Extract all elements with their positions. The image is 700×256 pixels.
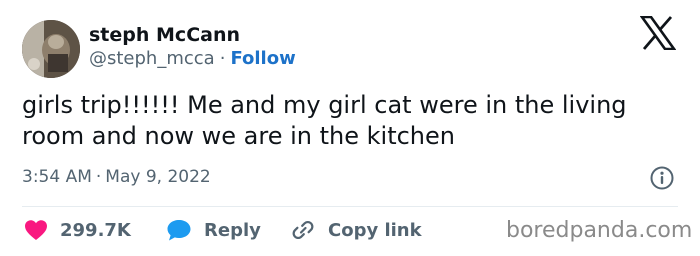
avatar[interactable] xyxy=(22,20,80,78)
tweet-date: May 9, 2022 xyxy=(105,167,211,187)
tweet-time: 3:54 AM xyxy=(22,167,92,187)
like-count: 299.7K xyxy=(60,219,131,241)
like-button[interactable]: 299.7K xyxy=(24,216,131,244)
heart-icon xyxy=(25,220,47,240)
separator-dot: · xyxy=(95,167,102,187)
author-handle[interactable]: @steph_mcca xyxy=(89,48,215,69)
watermark: boredpanda.com xyxy=(506,218,693,243)
author-handle-row: @steph_mcca · Follow xyxy=(89,48,296,69)
info-icon[interactable] xyxy=(649,165,675,191)
author-display-name[interactable]: steph McCann xyxy=(89,24,240,46)
avatar-photo xyxy=(22,20,80,78)
follow-button[interactable]: Follow xyxy=(230,48,295,69)
x-logo-icon[interactable] xyxy=(640,16,676,50)
separator-dot: · xyxy=(219,48,226,69)
reply-button[interactable]: Reply xyxy=(166,216,261,244)
divider xyxy=(22,206,678,207)
copy-link-label: Copy link xyxy=(328,219,422,241)
speech-bubble-icon xyxy=(167,220,191,241)
tweet-card: steph McCann @steph_mcca · Follow girls tr… xyxy=(0,0,700,256)
link-icon xyxy=(292,220,314,240)
tweet-text: girls trip!!!!!! Me and my girl cat were… xyxy=(22,91,627,150)
tweet-timestamp[interactable]: 3:54 AM · May 9, 2022 xyxy=(22,167,211,187)
reply-label: Reply xyxy=(204,219,261,241)
copy-link-button[interactable]: Copy link xyxy=(290,216,422,244)
